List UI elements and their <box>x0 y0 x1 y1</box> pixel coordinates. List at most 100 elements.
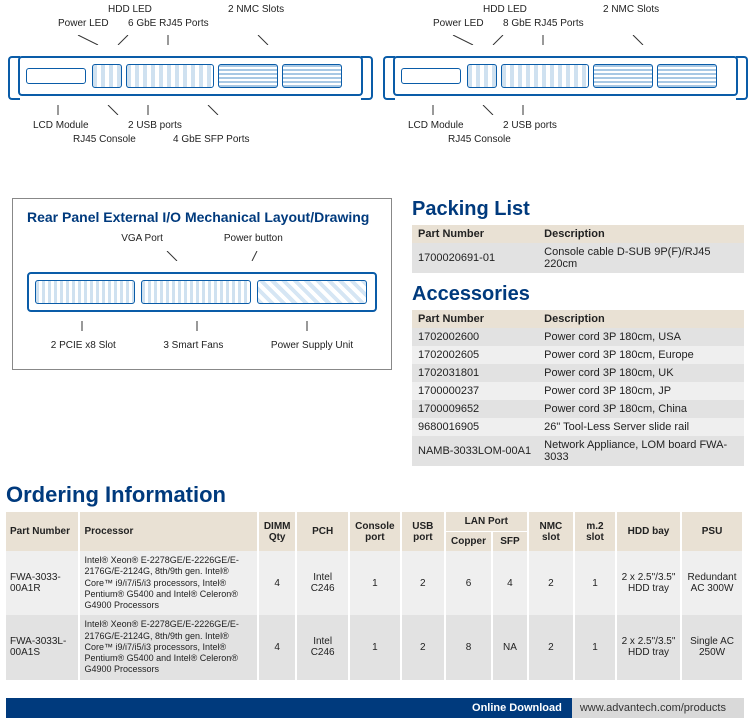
col-description: Description <box>538 310 744 328</box>
cell-pn: 1702002600 <box>412 328 538 346</box>
cell-usb: 2 <box>401 551 445 615</box>
cell-dimm: 4 <box>258 551 296 615</box>
label-usb: 2 USB ports <box>128 120 182 131</box>
callout-lines-bot <box>393 105 738 115</box>
rear-chassis <box>27 272 377 312</box>
label-sfp: 4 GbE SFP Ports <box>173 134 250 145</box>
front-diagram-a: HDD LED 2 NMC Slots Power LED 6 GbE RJ45… <box>18 4 363 148</box>
col-part-number: Part Number <box>412 310 538 328</box>
bot-labels-b: LCD Module 2 USB ports <box>393 120 738 134</box>
cell-desc: Power cord 3P 180cm, China <box>538 400 744 418</box>
cell-desc: 26" Tool-Less Server slide rail <box>538 418 744 436</box>
cell-m2: 1 <box>574 615 616 679</box>
front-panel-diagrams: HDD LED 2 NMC Slots Power LED 6 GbE RJ45… <box>0 0 750 148</box>
bot-labels-a: LCD Module 2 USB ports <box>18 120 363 134</box>
front-diagram-b: HDD LED 2 NMC Slots Power LED 8 GbE RJ45… <box>393 4 738 148</box>
cell-desc: Console cable D-SUB 9P(F)/RJ45 220cm <box>538 243 744 273</box>
chassis-b <box>393 56 738 96</box>
rj45-block <box>126 64 214 88</box>
cell-desc: Power cord 3P 180cm, USA <box>538 328 744 346</box>
top-labels-b: HDD LED 2 NMC Slots <box>393 4 738 18</box>
h-pn: Part Number <box>6 512 79 551</box>
top-labels-b2: Power LED 8 GbE RJ45 Ports <box>393 18 738 32</box>
cell-pn: 1702031801 <box>412 364 538 382</box>
cell-nmc: 2 <box>528 615 574 679</box>
label-rj45-8: 8 GbE RJ45 Ports <box>503 18 584 29</box>
cell-desc: Network Appliance, LOM board FWA-3033 <box>538 436 744 466</box>
download-label: Online Download <box>462 698 572 718</box>
cell-nmc: 2 <box>528 551 574 615</box>
rear-top-labels: . VGA Port Power button . <box>27 233 377 244</box>
pcie-block <box>35 280 135 304</box>
footer-bar: Online Download www.advantech.com/produc… <box>6 698 744 718</box>
h-m2: m.2 slot <box>574 512 616 551</box>
cell-sfp: 4 <box>492 551 528 615</box>
packing-table: Part Number Description 1700020691-01Con… <box>412 225 744 273</box>
label-nmc: 2 NMC Slots <box>603 4 659 15</box>
h-copper: Copper <box>445 532 492 552</box>
top-labels-a: HDD LED 2 NMC Slots <box>18 4 363 18</box>
label-hdd-led: HDD LED <box>483 4 527 15</box>
label-power-button: Power button <box>224 233 283 244</box>
cell-pn: 1700000237 <box>412 382 538 400</box>
table-header: Part Number Description <box>412 310 744 328</box>
bot-labels-b2: RJ45 Console <box>393 134 738 148</box>
cell-m2: 1 <box>574 551 616 615</box>
label-power-led: Power LED <box>58 18 109 29</box>
rear-panel-box: Rear Panel External I/O Mechanical Layou… <box>12 198 392 370</box>
cell-proc: Intel® Xeon® E-2278GE/E-2226GE/E-2176G/E… <box>79 615 257 679</box>
chassis-a <box>18 56 363 96</box>
label-nmc: 2 NMC Slots <box>228 4 284 15</box>
label-usb: 2 USB ports <box>503 120 557 131</box>
accessories-table: Part Number Description 1702002600Power … <box>412 310 744 466</box>
h-usb: USB port <box>401 512 445 551</box>
cell-pch: Intel C246 <box>296 551 348 615</box>
table-header: Part Number Processor DIMM Qty PCH Conso… <box>6 512 743 532</box>
callout-lines-bot <box>18 105 363 115</box>
table-row: NAMB-3033LOM-00A1Network Appliance, LOM … <box>412 436 744 466</box>
cell-sfp: NA <box>492 615 528 679</box>
table-row: FWA-3033-00A1RIntel® Xeon® E-2278GE/E-22… <box>6 551 743 615</box>
cell-console: 1 <box>349 551 401 615</box>
label-lcd: LCD Module <box>33 120 89 131</box>
col-part-number: Part Number <box>412 225 538 243</box>
h-hdd: HDD bay <box>616 512 681 551</box>
cell-psu: Redundant AC 300W <box>681 551 743 615</box>
cell-pn: 1700020691-01 <box>412 243 538 273</box>
callout-lines <box>393 35 738 45</box>
table-row: 1700009652Power cord 3P 180cm, China <box>412 400 744 418</box>
h-proc: Processor <box>79 512 257 551</box>
lcd-module <box>401 68 461 84</box>
cell-pn: FWA-3033L-00A1S <box>6 615 79 679</box>
table-row: 1702031801Power cord 3P 180cm, UK <box>412 364 744 382</box>
col-description: Description <box>538 225 744 243</box>
packing-title: Packing List <box>412 198 744 221</box>
download-url[interactable]: www.advantech.com/products <box>572 698 744 718</box>
top-labels-a2: Power LED 6 GbE RJ45 Ports <box>18 18 363 32</box>
table-row: 1702002600Power cord 3P 180cm, USA <box>412 328 744 346</box>
nmc-slot-1 <box>218 64 278 88</box>
table-row: FWA-3033L-00A1SIntel® Xeon® E-2278GE/E-2… <box>6 615 743 679</box>
label-hdd-led: HDD LED <box>108 4 152 15</box>
led-block <box>92 64 122 88</box>
label-vga: VGA Port <box>121 233 163 244</box>
label-pcie: 2 PCIE x8 Slot <box>51 340 116 351</box>
label-rj45c: RJ45 Console <box>448 134 511 145</box>
label-power-led: Power LED <box>433 18 484 29</box>
cell-pn: 1700009652 <box>412 400 538 418</box>
ordering-title: Ordering Information <box>6 482 750 508</box>
accessories-title: Accessories <box>412 283 744 306</box>
table-row: 1702002605Power cord 3P 180cm, Europe <box>412 346 744 364</box>
label-psu: Power Supply Unit <box>271 340 353 351</box>
cell-desc: Power cord 3P 180cm, Europe <box>538 346 744 364</box>
nmc-slot-1 <box>593 64 653 88</box>
bot-labels-a2: RJ45 Console 4 GbE SFP Ports <box>18 134 363 148</box>
cell-pn: FWA-3033-00A1R <box>6 551 79 615</box>
cell-pn: 9680016905 <box>412 418 538 436</box>
cell-hdd: 2 x 2.5"/3.5" HDD tray <box>616 551 681 615</box>
rear-panel-title: Rear Panel External I/O Mechanical Layou… <box>27 209 377 225</box>
callout-lines-bot <box>27 321 377 331</box>
cell-copper: 6 <box>445 551 492 615</box>
label-rj45c: RJ45 Console <box>73 134 136 145</box>
table-row: 1700020691-01Console cable D-SUB 9P(F)/R… <box>412 243 744 273</box>
